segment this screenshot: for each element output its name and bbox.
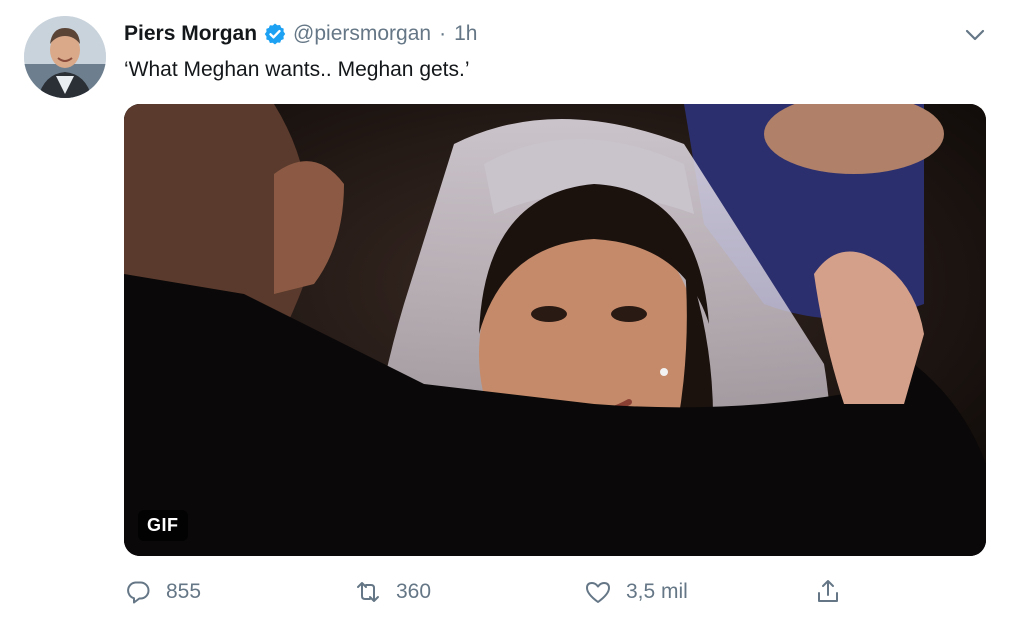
tweet-actions: 855 360 3,5 mil: [124, 574, 986, 610]
retweet-button[interactable]: 360: [354, 574, 431, 610]
author-avatar[interactable]: [24, 16, 106, 98]
avatar-image: [24, 16, 106, 98]
tweet-header: Piers Morgan @piersmorgan · 1h: [124, 18, 477, 50]
heart-icon: [586, 582, 610, 603]
separator-dot: ·: [439, 22, 447, 45]
gif-badge: GIF: [138, 510, 188, 541]
tweet-text: ‘What Meghan wants.. Meghan gets.’: [124, 58, 470, 81]
tweet-timestamp[interactable]: 1h: [454, 22, 477, 46]
speech-bubble-icon: [127, 581, 150, 604]
reply-button[interactable]: 855: [124, 574, 201, 610]
like-count: 3,5 mil: [626, 580, 688, 603]
chevron-down-icon[interactable]: [962, 22, 988, 48]
share-button[interactable]: [814, 574, 856, 610]
upload-arrow-icon: [818, 580, 838, 602]
gif-frame: [124, 104, 986, 556]
author-handle[interactable]: @piersmorgan: [293, 22, 431, 46]
retweet-arrows-icon: [357, 582, 379, 602]
tweet-media-gif[interactable]: GIF: [124, 104, 986, 556]
reply-count: 855: [166, 580, 202, 603]
retweet-count: 360: [396, 580, 432, 603]
author-name[interactable]: Piers Morgan: [124, 22, 257, 46]
verified-badge-icon: [263, 22, 287, 46]
like-button[interactable]: 3,5 mil: [584, 574, 688, 610]
